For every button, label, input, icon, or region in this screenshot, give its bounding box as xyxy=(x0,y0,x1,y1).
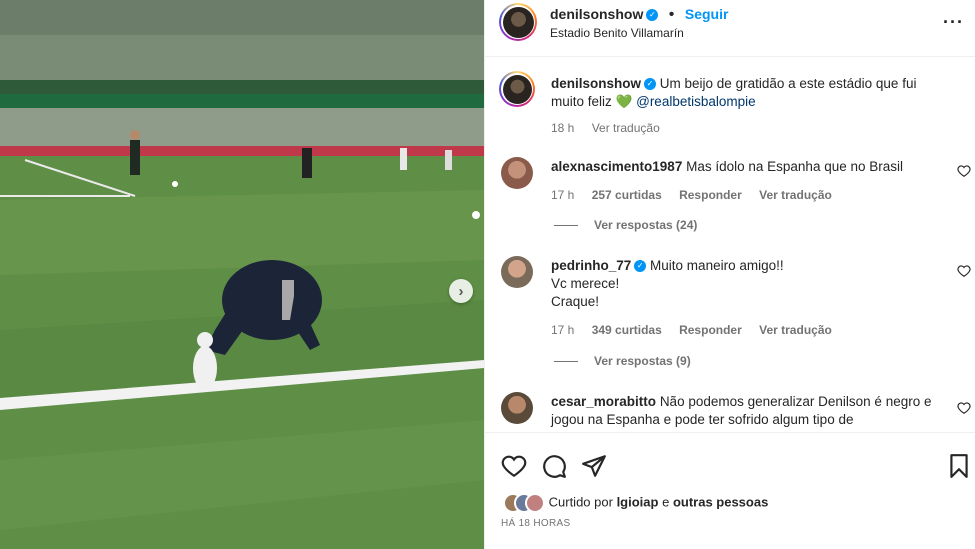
view-replies-button[interactable]: Ver respostas (9) xyxy=(554,354,691,368)
separator-dot: • xyxy=(668,6,675,23)
comment-text-line: Vc merece! xyxy=(551,276,620,291)
reply-button[interactable]: Responder xyxy=(679,188,742,202)
comment-username[interactable]: pedrinho_77 xyxy=(551,258,631,273)
author-avatar[interactable] xyxy=(499,3,537,41)
comment-icon[interactable] xyxy=(541,453,567,479)
liker-avatars xyxy=(503,493,549,513)
next-media-button[interactable]: › xyxy=(449,279,473,303)
view-replies-label: Ver respostas (24) xyxy=(594,218,698,232)
comments-section[interactable]: denilsonshow ✓ Um beijo de gratidão a est… xyxy=(485,57,975,432)
post-panel: denilsonshow ✓ • Seguir Estadio Benito Vi… xyxy=(484,0,975,549)
verified-badge-icon: ✓ xyxy=(646,8,659,21)
more-horizontal-icon[interactable]: ··· xyxy=(943,12,964,33)
likes-summary[interactable]: Curtido por lgioiap e outras pessoas xyxy=(503,493,768,513)
likes-others[interactable]: outras pessoas xyxy=(673,494,768,509)
commenter-avatar[interactable] xyxy=(501,157,533,189)
likes-connector: e xyxy=(662,494,670,510)
heart-icon[interactable] xyxy=(957,264,971,278)
caption-translate[interactable]: Ver tradução xyxy=(592,121,660,135)
post-actions xyxy=(485,432,975,549)
comment-text-line: Craque! xyxy=(551,294,600,309)
comment-likes[interactable]: 349 curtidas xyxy=(592,323,662,337)
comment-likes[interactable]: 257 curtidas xyxy=(592,188,662,202)
author-username[interactable]: denilsonshow xyxy=(550,6,643,22)
post-media[interactable]: › xyxy=(0,0,484,549)
follow-button[interactable]: Seguir xyxy=(685,6,729,22)
comment-username[interactable]: cesar_morabitto xyxy=(551,394,656,409)
stadium-photo xyxy=(0,0,484,549)
post-timestamp[interactable]: HÁ 18 HORAS xyxy=(501,518,570,529)
location-link[interactable]: Estadio Benito Villamarín xyxy=(550,26,684,40)
comment-time[interactable]: 17 h xyxy=(551,188,574,202)
commenter-avatar[interactable] xyxy=(501,256,533,288)
comment-time[interactable]: 17 h xyxy=(551,323,574,337)
view-replies-button[interactable]: Ver respostas (24) xyxy=(554,218,697,232)
liker-username[interactable]: lgioiap xyxy=(617,494,659,509)
caption-avatar[interactable] xyxy=(499,71,535,107)
translate-button[interactable]: Ver tradução xyxy=(759,188,832,202)
comment-text-line: Muito maneiro amigo!! xyxy=(650,258,784,273)
likes-prefix: Curtido por xyxy=(548,494,613,510)
chevron-right-icon: › xyxy=(458,282,464,300)
reply-button[interactable]: Responder xyxy=(679,323,742,337)
view-replies-label: Ver respostas (9) xyxy=(594,354,691,368)
commenter-avatar[interactable] xyxy=(501,392,533,424)
translate-button[interactable]: Ver tradução xyxy=(759,323,832,337)
caption-username[interactable]: denilsonshow xyxy=(551,76,641,91)
caption-mention[interactable]: @realbetisbalompie xyxy=(636,94,756,109)
verified-badge-icon: ✓ xyxy=(634,260,647,273)
heart-icon[interactable] xyxy=(957,401,971,415)
post-header: denilsonshow ✓ • Seguir Estadio Benito Vi… xyxy=(485,0,975,57)
comment-text: Mas ídolo na Espanha que no Brasil xyxy=(686,159,903,174)
caption-time[interactable]: 18 h xyxy=(551,121,574,135)
heart-icon[interactable] xyxy=(957,164,971,178)
heart-icon[interactable] xyxy=(501,453,527,479)
verified-badge-icon: ✓ xyxy=(644,78,657,91)
bookmark-icon[interactable] xyxy=(946,453,972,479)
share-icon[interactable] xyxy=(581,453,607,479)
comment-username[interactable]: alexnascimento1987 xyxy=(551,159,682,174)
